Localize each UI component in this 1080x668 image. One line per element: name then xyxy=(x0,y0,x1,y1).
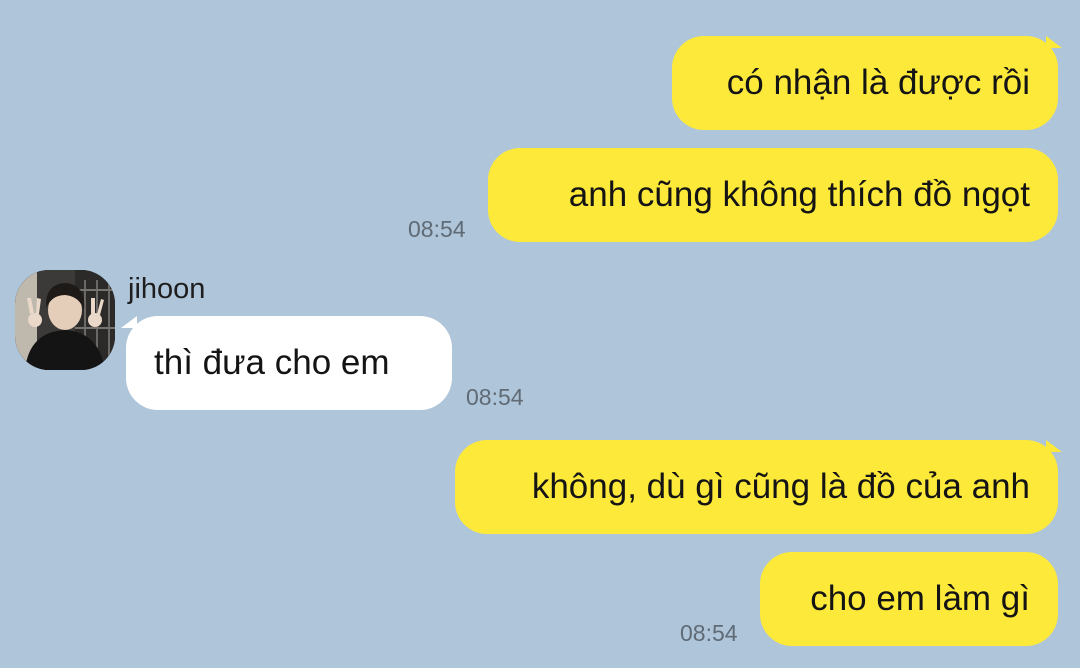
message-text: anh cũng không thích đồ ngọt xyxy=(568,175,1030,214)
message-timestamp: 08:54 xyxy=(408,216,466,242)
message-timestamp: 08:54 xyxy=(680,620,738,646)
contact-avatar[interactable] xyxy=(15,270,115,370)
chat-area[interactable]: có nhận là được rồi anh cũng không thích… xyxy=(0,0,1080,668)
contact-photo-icon xyxy=(15,270,115,370)
message-text: cho em làm gì xyxy=(810,579,1030,618)
outgoing-message-bubble[interactable]: anh cũng không thích đồ ngọt xyxy=(488,148,1058,242)
message-timestamp: 08:54 xyxy=(466,384,524,410)
outgoing-message-bubble[interactable]: không, dù gì cũng là đồ của anh xyxy=(455,440,1058,534)
outgoing-message-bubble[interactable]: có nhận là được rồi xyxy=(672,36,1058,130)
message-text: thì đưa cho em xyxy=(154,343,390,382)
sender-name: jihoon xyxy=(128,273,206,305)
incoming-message-bubble[interactable]: thì đưa cho em xyxy=(126,316,452,410)
message-text: không, dù gì cũng là đồ của anh xyxy=(531,467,1030,506)
message-text: có nhận là được rồi xyxy=(726,63,1030,102)
outgoing-message-bubble[interactable]: cho em làm gì xyxy=(760,552,1058,646)
